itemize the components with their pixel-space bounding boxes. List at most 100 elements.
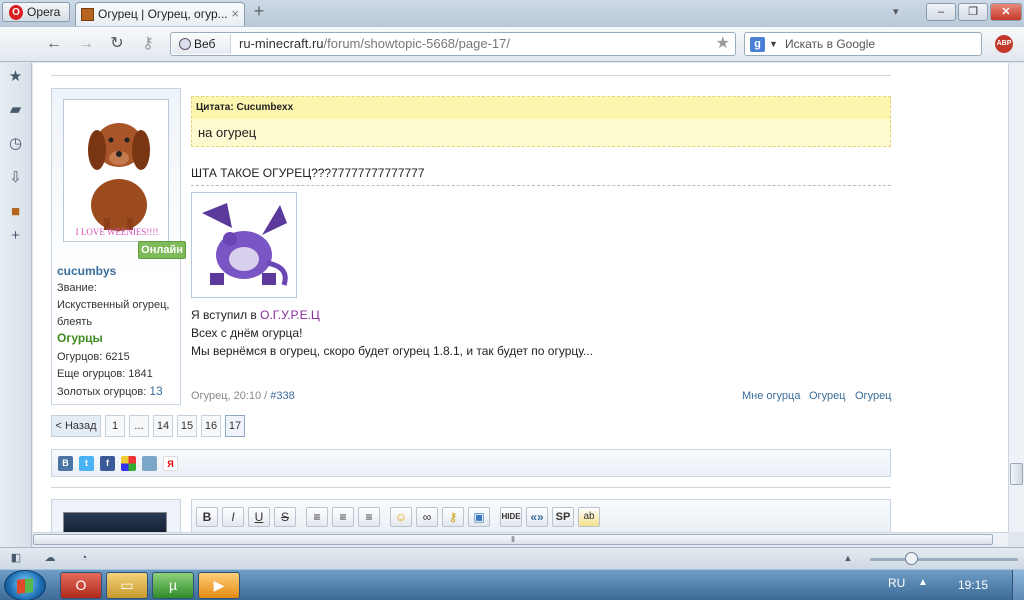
bookmarks-star-icon[interactable]: ★	[7, 68, 24, 85]
page-14[interactable]: 14	[153, 415, 173, 437]
google-icon[interactable]: g	[750, 37, 765, 52]
page-ellipsis: ...	[129, 415, 149, 437]
signature-divider	[191, 185, 891, 186]
navigation-bar: ← → ↻ ⚷ Веб ru-minecraft.ru/forum/showto…	[0, 27, 1024, 62]
opera-unite-cloud-icon[interactable]: ☁	[42, 551, 58, 565]
horizontal-scrollbar-thumb[interactable]: ⦀	[33, 534, 993, 545]
page-17-current[interactable]: 17	[225, 415, 245, 437]
google-share-icon[interactable]	[121, 456, 136, 471]
address-bar[interactable]: Веб ru-minecraft.ru/forum/showtopic-5668…	[170, 32, 736, 56]
close-tab-icon[interactable]: ×	[231, 3, 239, 25]
spoiler-button[interactable]: SP	[552, 507, 574, 527]
image-insert-icon[interactable]: ▣	[468, 507, 490, 527]
start-button[interactable]	[4, 570, 46, 600]
new-tab-button[interactable]: +	[250, 2, 268, 21]
facebook-icon[interactable]: f	[100, 456, 115, 471]
yandex-icon[interactable]: Я	[163, 456, 178, 471]
dragon-signature-image[interactable]	[191, 192, 297, 298]
bookmark-star-icon[interactable]: ★	[716, 33, 730, 55]
link-icon[interactable]: ∞	[416, 507, 438, 527]
avatar-caption: I LOVE WEENIES!!!!	[75, 227, 159, 237]
page-1[interactable]: 1	[105, 415, 125, 437]
taskbar-explorer-folder-icon[interactable]: ▭	[106, 572, 148, 599]
forward-arrow-icon[interactable]: →	[76, 35, 96, 53]
search-engine-dropdown-icon[interactable]: ▼	[769, 39, 778, 49]
bold-button[interactable]: B	[196, 507, 218, 527]
reply-editor-toolbar: B I U S ≡ ≡ ≡ ☺ ∞ ⚷ ▣ HIDE «» SP ab	[191, 499, 891, 532]
minecraft-panel-icon[interactable]: ■	[7, 203, 24, 220]
avatar[interactable]: I LOVE WEENIES!!!!	[63, 99, 169, 242]
stat-gold-label: Золотых огурцов:	[57, 386, 147, 398]
vkontakte-icon[interactable]: В	[58, 456, 73, 471]
page-content: I LOVE WEENIES!!!! Онлайн cucumbys Звани…	[33, 63, 1008, 532]
maximize-button[interactable]: ❐	[958, 3, 988, 21]
windows-logo-icon	[17, 578, 33, 594]
post-time: Огурец, 20:10 / #338	[191, 390, 295, 402]
stat-gold-cucumbers: Золотых огурцов: 13	[57, 383, 163, 401]
align-left-icon[interactable]: ≡	[306, 507, 328, 527]
show-desktop-button[interactable]	[1012, 570, 1024, 600]
back-arrow-icon[interactable]: ←	[44, 35, 64, 53]
address-badge[interactable]: Веб	[172, 34, 231, 54]
next-avatar[interactable]	[63, 512, 167, 532]
tab-active[interactable]: Огурец | Огурец, огур... ×	[75, 2, 245, 26]
underline-button[interactable]: U	[248, 507, 270, 527]
post-text: ШТА ТАКОЕ ОГУРЕЦ???77777777777777	[191, 166, 425, 180]
livejournal-icon[interactable]	[142, 456, 157, 471]
vertical-scrollbar[interactable]	[1008, 63, 1024, 532]
page-15[interactable]: 15	[177, 415, 197, 437]
italic-button[interactable]: I	[222, 507, 244, 527]
align-right-icon[interactable]: ≡	[358, 507, 380, 527]
minimize-button[interactable]: –	[926, 3, 956, 21]
pagination-back-button[interactable]: < Назад	[51, 415, 101, 437]
status-bar: ◧ ☁ ◔ ▲	[0, 547, 1024, 569]
quote-button[interactable]: «»	[526, 507, 548, 527]
taskbar-opera-icon[interactable]: O	[60, 572, 102, 599]
zoom-slider-handle[interactable]	[905, 552, 918, 565]
add-panel-icon[interactable]: +	[7, 227, 24, 244]
adblock-plus-icon[interactable]: ABP	[995, 35, 1013, 53]
taskbar-media-player-icon[interactable]: ▶	[198, 572, 240, 599]
close-window-button[interactable]: ✕	[990, 3, 1022, 21]
post-line-greeting: Всех с днём огурца!	[191, 326, 303, 340]
key-insert-icon[interactable]: ⚷	[442, 507, 464, 527]
vertical-scrollbar-thumb[interactable]	[1010, 463, 1023, 485]
smiley-icon[interactable]: ☺	[390, 507, 412, 527]
stat-gold-value: 13	[149, 384, 163, 398]
footer-link-2[interactable]: Огурец	[809, 390, 845, 402]
zoom-slider[interactable]	[870, 558, 1018, 561]
like-link[interactable]: Мне огурца	[742, 390, 800, 402]
tab-title: Огурец | Огурец, огур...	[98, 7, 228, 21]
share-bar: В t f Я	[51, 449, 891, 477]
translit-button[interactable]: ab	[578, 507, 600, 527]
search-field[interactable]: g ▼ Искать в Google	[744, 32, 982, 56]
twitter-icon[interactable]: t	[79, 456, 94, 471]
horizontal-scrollbar[interactable]: ⦀	[33, 532, 1008, 546]
panel-toggle-icon[interactable]: ◧	[8, 551, 24, 565]
key-icon[interactable]: ⚷	[138, 35, 158, 53]
align-center-icon[interactable]: ≡	[332, 507, 354, 527]
language-indicator[interactable]: RU	[888, 576, 905, 590]
url-text[interactable]: ru-minecraft.ru/forum/showtopic-5668/pag…	[239, 33, 510, 55]
dragon-art	[202, 203, 288, 286]
post-number-link[interactable]: #338	[270, 390, 294, 402]
site-favicon-icon	[81, 8, 94, 21]
turbo-gauge-icon[interactable]: ◔	[76, 551, 92, 565]
history-clock-icon[interactable]: ◷	[7, 135, 24, 152]
tab-menu-chevron-icon[interactable]: ▾	[893, 5, 899, 18]
taskbar-utorrent-icon[interactable]: µ	[152, 572, 194, 599]
downloads-icon[interactable]: ⇩	[7, 169, 24, 186]
footer-link-3[interactable]: Огурец	[855, 390, 891, 402]
address-badge-label: Веб	[194, 37, 216, 51]
tray-expand-icon[interactable]: ▲	[918, 577, 928, 588]
ogurets-link[interactable]: О.Г.У.Р.Е.Ц	[260, 308, 320, 322]
notes-icon[interactable]: ▰	[7, 101, 24, 118]
reload-icon[interactable]: ↻	[107, 35, 127, 53]
page-16[interactable]: 16	[201, 415, 221, 437]
strike-button[interactable]: S	[274, 507, 296, 527]
hide-button[interactable]: HIDE	[500, 507, 522, 527]
username-link[interactable]: cucumbys	[57, 263, 116, 280]
opera-menu-button[interactable]: O Opera	[2, 2, 70, 22]
clock[interactable]: 19:15	[958, 578, 988, 592]
view-options-arrow-icon[interactable]: ▲	[840, 551, 856, 565]
